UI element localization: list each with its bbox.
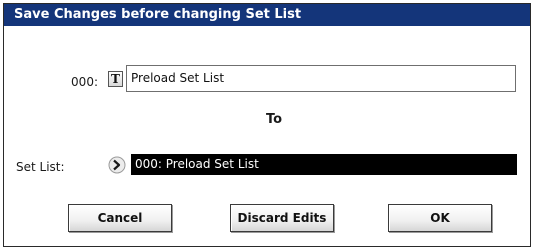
popup-arrow-icon[interactable]	[108, 156, 126, 174]
to-label: To	[265, 112, 283, 127]
save-changes-dialog: Save Changes before changing Set List 00…	[3, 3, 531, 247]
ok-button[interactable]: OK	[388, 204, 492, 232]
set-list-name-field[interactable]: Preload Set List	[126, 65, 516, 92]
set-list-select[interactable]: 000: Preload Set List	[131, 154, 517, 175]
discard-edits-button[interactable]: Discard Edits	[230, 204, 334, 232]
text-edit-icon[interactable]: T	[108, 71, 123, 87]
cancel-button[interactable]: Cancel	[68, 204, 172, 232]
source-number-label: 000:	[71, 75, 98, 89]
dialog-title: Save Changes before changing Set List	[4, 4, 530, 26]
set-list-label: Set List:	[16, 160, 65, 174]
